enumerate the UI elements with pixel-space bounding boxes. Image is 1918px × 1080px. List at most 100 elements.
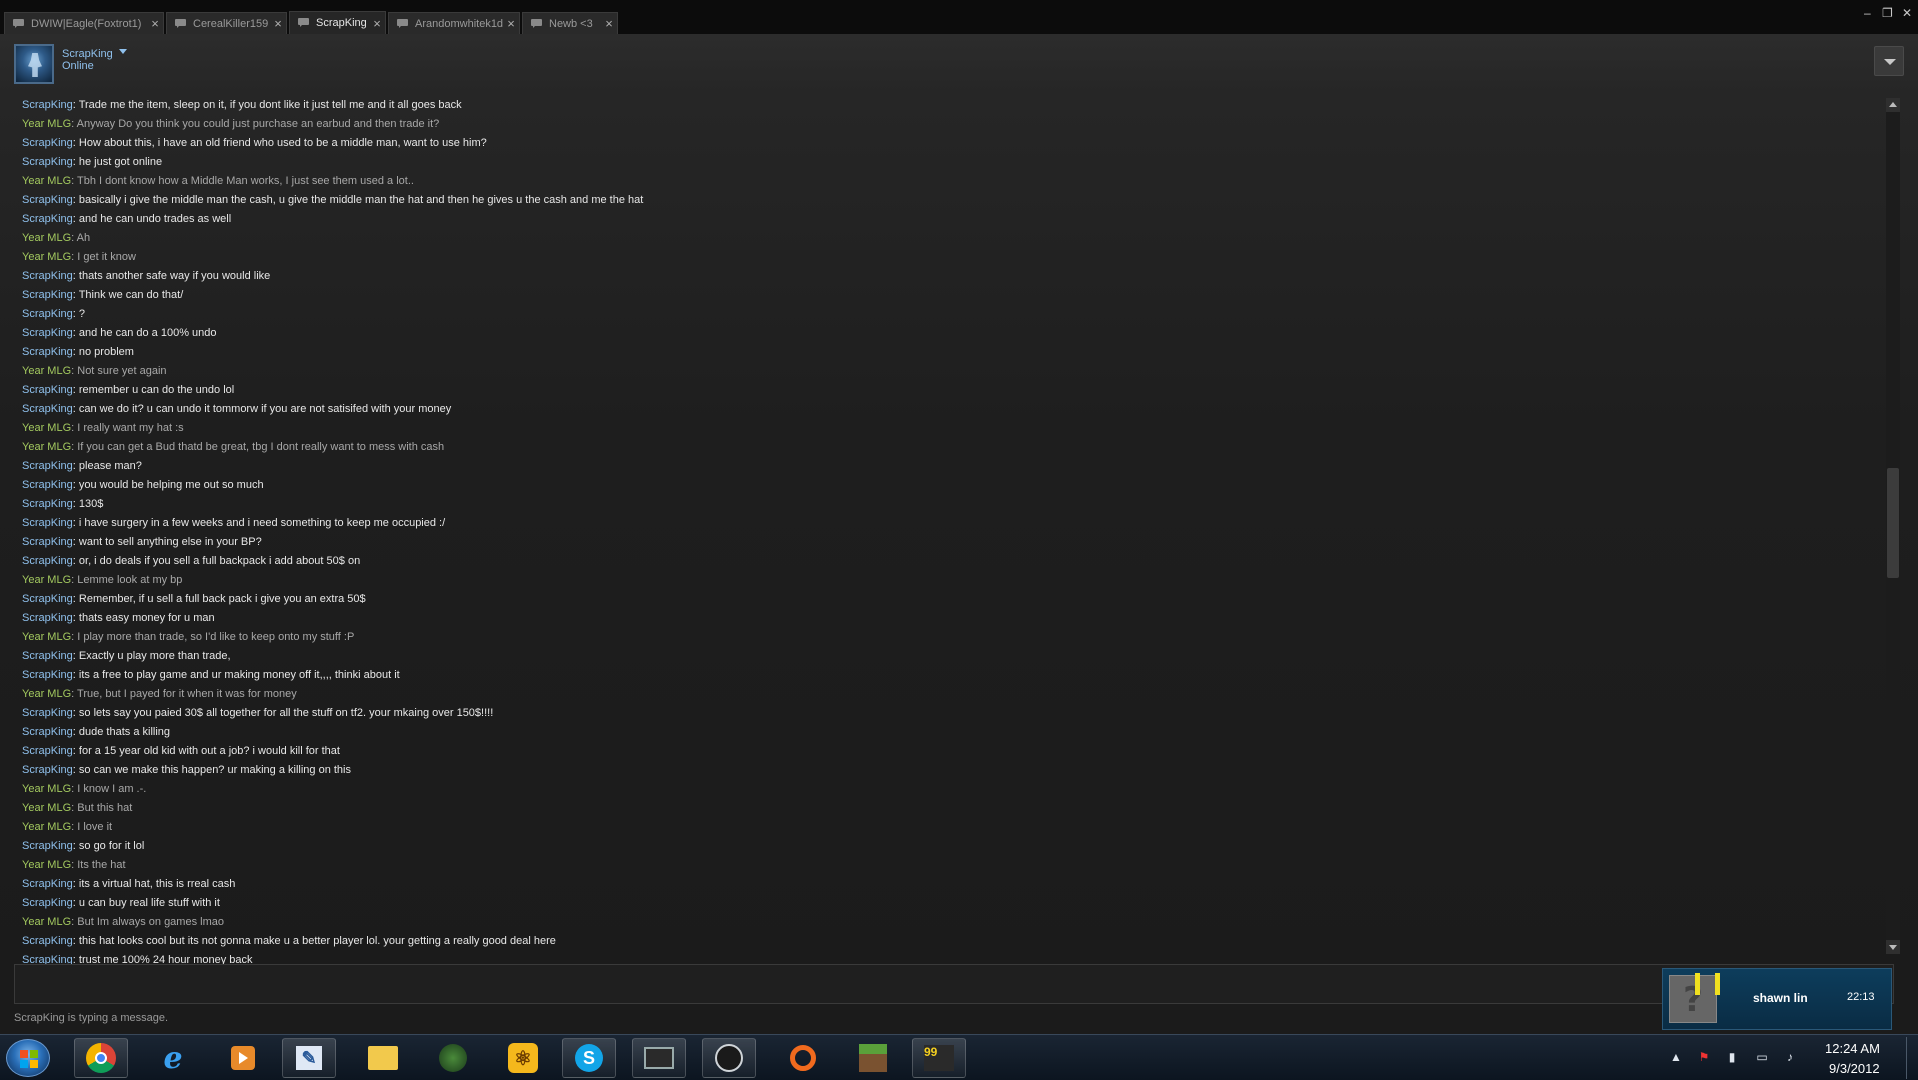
chat-header: ScrapKing Online	[0, 34, 1918, 94]
chat-message: ScrapKing: ?	[14, 305, 1882, 324]
taskbar-chrome[interactable]	[74, 1038, 128, 1078]
chat-bubble-icon	[397, 18, 409, 29]
message-sender: Year MLG	[22, 859, 72, 871]
chat-message: ScrapKing: Think we can do that/	[14, 286, 1882, 305]
message-text: so can we make this happen? ur making a …	[78, 764, 351, 776]
tab-cerealkiller159[interactable]: CerealKiller159 ×	[166, 12, 287, 34]
message-input[interactable]	[14, 964, 1894, 1004]
scroll-down-arrow-icon[interactable]	[1886, 940, 1900, 954]
tab-arandomwhitek1d[interactable]: Arandomwhitek1d ×	[388, 12, 520, 34]
scroll-thumb[interactable]	[1887, 468, 1899, 578]
message-text: True, but I payed for it when it was for…	[77, 688, 297, 700]
network-icon[interactable]: ▭	[1754, 1049, 1770, 1065]
message-sender: ScrapKing	[22, 327, 73, 339]
chat-message: Year MLG: Anyway Do you think you could …	[14, 115, 1882, 134]
message-text: please man?	[78, 460, 142, 472]
clock-time[interactable]: 12:24 AM	[1825, 1041, 1880, 1056]
notepad-icon: ✎	[296, 1046, 322, 1070]
origin-icon	[790, 1045, 816, 1071]
restore-button[interactable]: ❐	[1882, 6, 1893, 20]
taskbar-game-99[interactable]: 99	[912, 1038, 966, 1078]
message-sender: ScrapKing	[22, 99, 73, 111]
message-sender: ScrapKing	[22, 194, 73, 206]
taskbar-notepad[interactable]: ✎	[282, 1038, 336, 1078]
message-text: can we do it? u can undo it tommorw if y…	[78, 403, 452, 415]
taskbar-file-explorer[interactable]	[356, 1038, 410, 1078]
chat-scrollbar[interactable]	[1886, 98, 1900, 954]
message-sender: ScrapKing	[22, 745, 73, 757]
show-desktop-button[interactable]	[1906, 1037, 1916, 1079]
friend-notification-popup[interactable]: ? shawn lin 22:13	[1662, 968, 1892, 1030]
tab-label: DWIW|Eagle(Foxtrot1)	[31, 17, 142, 30]
chat-message: Year MLG: Ah	[14, 229, 1882, 248]
taskbar-atom-app[interactable]: ⚛	[496, 1038, 550, 1078]
chat-message: ScrapKing: and he can do a 100% undo	[14, 324, 1882, 343]
start-button[interactable]	[6, 1039, 50, 1077]
volume-icon[interactable]: ♪	[1782, 1049, 1798, 1065]
message-text: its a free to play game and ur making mo…	[78, 669, 400, 681]
message-sender: Year MLG	[22, 441, 72, 453]
chevron-down-icon[interactable]	[119, 49, 127, 54]
tab-dwiw-eagle[interactable]: DWIW|Eagle(Foxtrot1) ×	[4, 12, 164, 34]
message-text: But this hat	[77, 802, 133, 814]
chat-message: Year MLG: I play more than trade, so I'd…	[14, 628, 1882, 647]
message-sender: Year MLG	[22, 631, 72, 643]
chat-message: Year MLG: True, but I payed for it when …	[14, 685, 1882, 704]
tab-newb[interactable]: Newb <3 ×	[522, 12, 618, 34]
tab-scrapking[interactable]: ScrapKing ×	[289, 11, 386, 34]
tab-close-icon[interactable]: ×	[147, 16, 163, 31]
taskbar-internet-explorer[interactable]: e	[146, 1038, 200, 1078]
battery-icon[interactable]: ▮	[1724, 1049, 1740, 1065]
scroll-up-arrow-icon[interactable]	[1886, 98, 1900, 112]
taskbar-media[interactable]	[426, 1038, 480, 1078]
message-sender: Year MLG	[22, 365, 72, 377]
chat-message: Year MLG: Its the hat	[14, 856, 1882, 875]
message-text: so lets say you paied 30$ all together f…	[78, 707, 494, 719]
clock-date[interactable]: 9/3/2012	[1829, 1061, 1880, 1076]
message-text: he just got online	[78, 156, 163, 168]
taskbar-skype[interactable]: S	[562, 1038, 616, 1078]
chat-options-dropdown[interactable]	[1874, 46, 1904, 76]
message-sender: ScrapKing	[22, 137, 73, 149]
taskbar-origin[interactable]	[776, 1038, 830, 1078]
taskbar-media-player[interactable]	[216, 1038, 270, 1078]
message-sender: ScrapKing	[22, 479, 73, 491]
action-center-flag-icon[interactable]: ⚑	[1696, 1049, 1712, 1065]
message-sender: ScrapKing	[22, 612, 73, 624]
tab-close-icon[interactable]: ×	[369, 16, 385, 31]
message-sender: ScrapKing	[22, 935, 73, 947]
friend-name[interactable]: ScrapKing	[62, 48, 113, 60]
chat-message: ScrapKing: no problem	[14, 343, 1882, 362]
game-99-icon: 99	[924, 1045, 954, 1071]
tab-close-icon[interactable]: ×	[503, 16, 519, 31]
steam-icon	[715, 1044, 743, 1072]
message-sender: ScrapKing	[22, 669, 73, 681]
message-sender: ScrapKing	[22, 650, 73, 662]
notification-mark	[1715, 973, 1720, 995]
close-window-button[interactable]: ✕	[1902, 6, 1912, 20]
show-hidden-icons-icon[interactable]: ▲	[1668, 1049, 1684, 1065]
message-text: dude thats a killing	[78, 726, 171, 738]
chat-message: ScrapKing: Remember, if u sell a full ba…	[14, 590, 1882, 609]
friend-avatar[interactable]	[14, 44, 54, 84]
message-text: and he can do a 100% undo	[78, 327, 217, 339]
message-sender: ScrapKing	[22, 289, 73, 301]
message-text: ?	[78, 308, 86, 320]
notification-name: shawn lin	[1753, 991, 1808, 1005]
message-sender: ScrapKing	[22, 403, 73, 415]
taskbar-steam[interactable]	[702, 1038, 756, 1078]
chat-tab-bar: DWIW|Eagle(Foxtrot1) × CerealKiller159 ×…	[0, 0, 1918, 34]
message-sender: Year MLG	[22, 821, 72, 833]
message-text: this hat looks cool but its not gonna ma…	[78, 935, 556, 947]
minimize-button[interactable]: –	[1864, 6, 1871, 20]
taskbar-monitor-app[interactable]	[632, 1038, 686, 1078]
minecraft-icon	[859, 1044, 887, 1072]
message-text: I know I am .-.	[77, 783, 147, 795]
tab-close-icon[interactable]: ×	[270, 16, 286, 31]
taskbar-minecraft[interactable]	[846, 1038, 900, 1078]
chat-message: ScrapKing: u can buy real life stuff wit…	[14, 894, 1882, 913]
chat-message: ScrapKing: want to sell anything else in…	[14, 533, 1882, 552]
tab-close-icon[interactable]: ×	[601, 16, 617, 31]
chat-message: ScrapKing: remember u can do the undo lo…	[14, 381, 1882, 400]
taskbar: e ✎ ⚛ S 99 ▲ ⚑ ▮ ▭ ♪ 12:24 AM 9/3/2012	[0, 1034, 1918, 1080]
